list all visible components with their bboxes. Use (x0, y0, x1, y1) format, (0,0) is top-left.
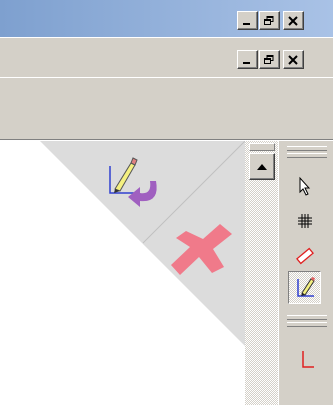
minimize-icon[interactable] (237, 50, 258, 69)
canvas-overlay (40, 141, 245, 346)
tool-palette (278, 141, 333, 405)
mdi-child-bar (0, 37, 333, 78)
close-icon[interactable] (283, 50, 304, 69)
axis-icon[interactable] (288, 341, 321, 374)
palette-grip (287, 315, 327, 320)
drawing-canvas[interactable] (0, 141, 245, 405)
minimize-icon[interactable] (237, 11, 258, 30)
grid-icon[interactable] (288, 204, 321, 237)
title-bar (0, 0, 333, 37)
arrow-pointer-icon[interactable] (288, 170, 321, 203)
scrollbar-grip (249, 143, 275, 151)
close-icon[interactable] (283, 11, 304, 30)
restore-icon[interactable] (259, 11, 280, 30)
palette-grip (287, 146, 327, 151)
ruler-icon[interactable] (288, 238, 321, 271)
scroll-up-arrow-icon[interactable] (249, 153, 275, 180)
pencil-draw-icon[interactable] (288, 271, 321, 304)
palette-grip (287, 153, 327, 158)
palette-grip (287, 322, 327, 327)
vertical-scrollbar[interactable] (245, 141, 278, 405)
toolbar-band (0, 77, 333, 140)
restore-icon[interactable] (259, 50, 280, 69)
